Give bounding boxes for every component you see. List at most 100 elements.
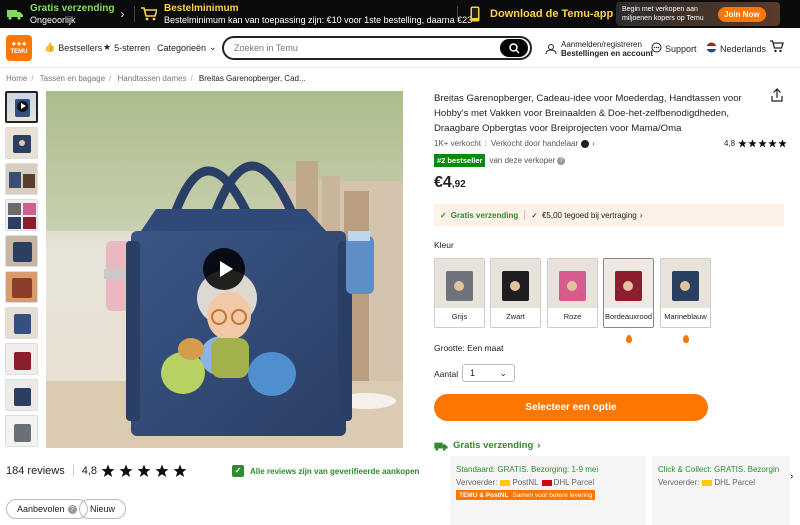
hot-item-icon bbox=[626, 335, 632, 343]
select-option-button[interactable]: Selecteer een optie bbox=[434, 394, 708, 421]
shipping-card-standard[interactable]: Standaard: GRATIS. Bezorging: 1-9 mei Ve… bbox=[450, 456, 646, 525]
share-icon bbox=[771, 88, 783, 102]
chevron-right-icon: › bbox=[592, 139, 595, 148]
color-option-grijs[interactable]: Grijs bbox=[434, 258, 485, 328]
chevron-down-icon: ⌄ bbox=[499, 367, 507, 378]
thumbnail-8[interactable] bbox=[5, 343, 38, 375]
check-icon: ✓ bbox=[531, 210, 538, 220]
review-count[interactable]: 184 reviews bbox=[6, 465, 65, 477]
free-shipping-link[interactable]: Gratis verzending › bbox=[434, 440, 540, 451]
thumbs-up-icon: 👍 bbox=[44, 42, 56, 52]
play-video-button[interactable] bbox=[203, 248, 245, 290]
play-icon bbox=[219, 261, 233, 277]
thumbnail-9[interactable] bbox=[5, 379, 38, 411]
free-shipping-title: Gratis verzending bbox=[30, 2, 115, 14]
seller-banner[interactable]: Begin met verkopen aan miljoenen kopers … bbox=[616, 2, 780, 26]
delivery-promo-strip: TEMU & PostNL Samen voor betere levering bbox=[456, 490, 596, 500]
bestseller-badge: #2 bestseller bbox=[434, 154, 486, 167]
join-now-button[interactable]: Join Now bbox=[718, 6, 766, 22]
search-input[interactable] bbox=[224, 38, 494, 58]
search-button[interactable] bbox=[500, 39, 528, 57]
verified-reviews-note: ✓ Alle reviews zijn van geverifieerde aa… bbox=[232, 465, 419, 477]
nav-5-stars[interactable]: ★ 5-sterren bbox=[103, 42, 150, 53]
product-main-image[interactable] bbox=[46, 91, 403, 448]
cart-button[interactable] bbox=[770, 40, 784, 53]
site-header: ◆ ◆ ◆ TEMU 👍 Bestsellers ★ 5-sterren Catego… bbox=[0, 28, 800, 68]
review-score: 4,8 bbox=[81, 465, 97, 477]
bestseller-info: #2 bestseller van deze verkoper ? bbox=[434, 154, 566, 167]
verified-seller-icon bbox=[581, 139, 590, 148]
product-price: €4,92 bbox=[434, 174, 466, 191]
thumbnail-list bbox=[5, 91, 38, 451]
flag-nl-icon bbox=[706, 42, 717, 55]
sales-info: 1K+ verkocht | Verkocht door handelaar › bbox=[434, 139, 595, 148]
breadcrumb-bags[interactable]: Tassen en bagage bbox=[40, 74, 105, 83]
truck-icon bbox=[434, 442, 448, 451]
star-badge-icon: ★ bbox=[103, 42, 112, 52]
min-order-sub: Bestelminimum kan van toepassing zijn: €… bbox=[164, 14, 473, 25]
breadcrumb-current: Breitas Garenopberger, Cad... bbox=[198, 74, 306, 83]
color-option-roze[interactable]: Roze bbox=[547, 258, 598, 328]
chevron-right-icon: › bbox=[537, 440, 541, 451]
search-bar bbox=[222, 36, 532, 60]
thumbnail-10[interactable] bbox=[5, 415, 38, 447]
breadcrumb: Home / Tassen en bagage / Handtassen dames… bbox=[6, 74, 306, 83]
seller-link[interactable]: Verkocht door handelaar bbox=[491, 139, 578, 148]
user-icon bbox=[545, 44, 557, 55]
reviews-summary: 184 reviews 4,8 bbox=[6, 464, 187, 478]
shipping-benefits[interactable]: ✓ Gratis verzending ✓ €5,00 tegoed bij v… bbox=[434, 204, 784, 226]
star-icon bbox=[173, 464, 187, 477]
filter-new[interactable]: Nieuw bbox=[79, 499, 127, 519]
dhl-logo-icon bbox=[541, 479, 552, 486]
shield-check-icon: ✓ bbox=[232, 465, 244, 477]
search-icon bbox=[508, 42, 520, 54]
support-link[interactable]: Support bbox=[651, 42, 697, 55]
share-button[interactable] bbox=[771, 88, 783, 107]
postnl-logo-icon bbox=[500, 479, 511, 486]
filter-recommended[interactable]: Aanbevolen ? bbox=[6, 499, 88, 519]
thumbnail-6[interactable] bbox=[5, 271, 38, 303]
thumbnail-4[interactable] bbox=[5, 199, 38, 231]
promo-bar: Gratis verzending Ongeoorlijk › Bestelmi… bbox=[0, 0, 800, 28]
breadcrumb-home[interactable]: Home bbox=[6, 74, 27, 83]
account-menu[interactable]: Aanmelden/registreren Bestellingen en ac… bbox=[545, 40, 653, 58]
color-option-bordeauxrood[interactable]: Bordeauxrood bbox=[603, 258, 654, 328]
app-download-label: Download de Temu-app bbox=[490, 8, 614, 20]
free-shipping-sub: Ongeoorlijk bbox=[30, 14, 76, 25]
size-label: Grootte: Een maat bbox=[434, 343, 504, 353]
thumbnail-5[interactable] bbox=[5, 235, 38, 267]
app-download[interactable]: Download de Temu-app bbox=[466, 0, 613, 28]
play-icon bbox=[21, 103, 26, 109]
nav-categories[interactable]: Categorieën ⌄ bbox=[157, 42, 217, 53]
shipping-card-click-collect[interactable]: Click & Collect: GRATIS. Bezorgin Vervoe… bbox=[652, 456, 790, 525]
color-option-zwart[interactable]: Zwart bbox=[490, 258, 541, 328]
chevron-right-icon: › bbox=[120, 7, 125, 21]
quantity-select[interactable]: 1 ⌄ bbox=[462, 364, 515, 382]
breadcrumb-handbags[interactable]: Handtassen dames bbox=[118, 74, 187, 83]
dhl-logo-icon bbox=[702, 479, 713, 486]
star-icon bbox=[155, 464, 169, 477]
min-order-title: Bestelminimum bbox=[164, 2, 239, 14]
thumbnail-7[interactable] bbox=[5, 307, 38, 339]
color-option-marineblauw[interactable]: Marineblauw bbox=[660, 258, 711, 328]
truck-icon bbox=[6, 5, 24, 23]
scroll-right-icon[interactable]: › bbox=[790, 471, 800, 483]
rating-stars bbox=[101, 464, 187, 478]
color-label: Kleur bbox=[434, 240, 454, 250]
free-shipping-promo[interactable]: Gratis verzending Ongeoorlijk › bbox=[6, 0, 124, 28]
min-order-promo[interactable]: Bestelminimum Bestelminimum kan van toep… bbox=[140, 0, 472, 28]
thumbnail-3[interactable] bbox=[5, 163, 38, 195]
temu-logo[interactable]: ◆ ◆ ◆ TEMU bbox=[6, 35, 32, 61]
chevron-down-icon: ⌄ bbox=[209, 42, 217, 52]
language-selector[interactable]: Nederlands bbox=[706, 42, 766, 55]
quantity-label: Aantal bbox=[434, 369, 459, 379]
product-rating[interactable]: 4,8 bbox=[724, 139, 787, 148]
thumbnail-2[interactable] bbox=[5, 127, 38, 159]
seller-text: Begin met verkopen aan miljoenen kopers … bbox=[622, 6, 704, 22]
star-icon bbox=[119, 464, 133, 477]
info-icon: ? bbox=[67, 504, 77, 514]
nav-bestsellers[interactable]: 👍 Bestsellers bbox=[44, 42, 102, 53]
rating-stars-small bbox=[738, 139, 787, 148]
thumbnail-video[interactable] bbox=[5, 91, 38, 123]
product-title: Breitas Garenopberger, Cadeau-idee voor … bbox=[434, 93, 742, 134]
